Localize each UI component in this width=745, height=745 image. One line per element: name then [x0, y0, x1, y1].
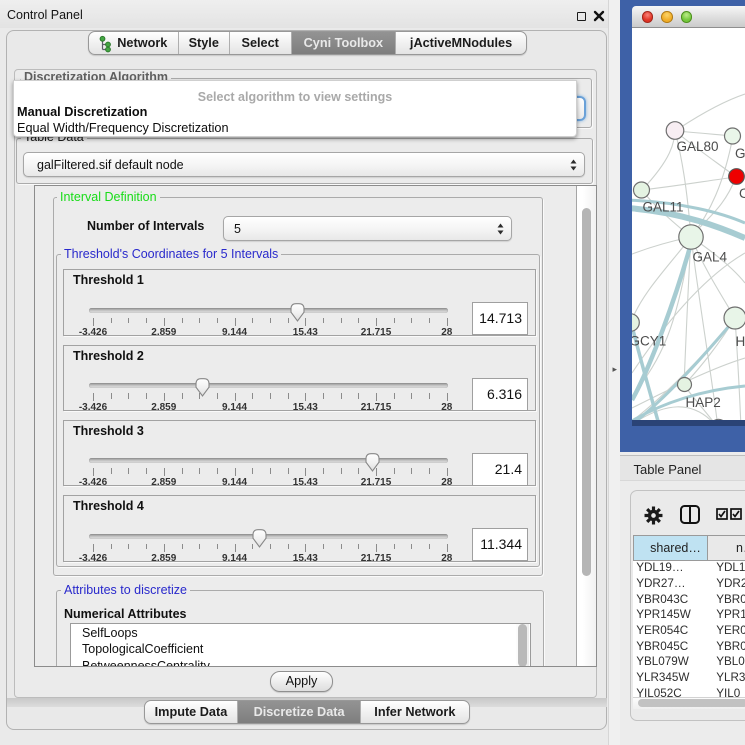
svg-text:G.: G. — [735, 146, 745, 161]
svg-text:C: C — [739, 186, 745, 201]
svg-text:H: H — [736, 334, 745, 349]
svg-text:GAL11: GAL11 — [643, 199, 684, 214]
svg-text:GAL4: GAL4 — [693, 249, 728, 264]
svg-text:HAP2: HAP2 — [686, 395, 721, 410]
svg-text:GCY1: GCY1 — [632, 333, 666, 348]
svg-text:GAL80: GAL80 — [677, 139, 719, 154]
